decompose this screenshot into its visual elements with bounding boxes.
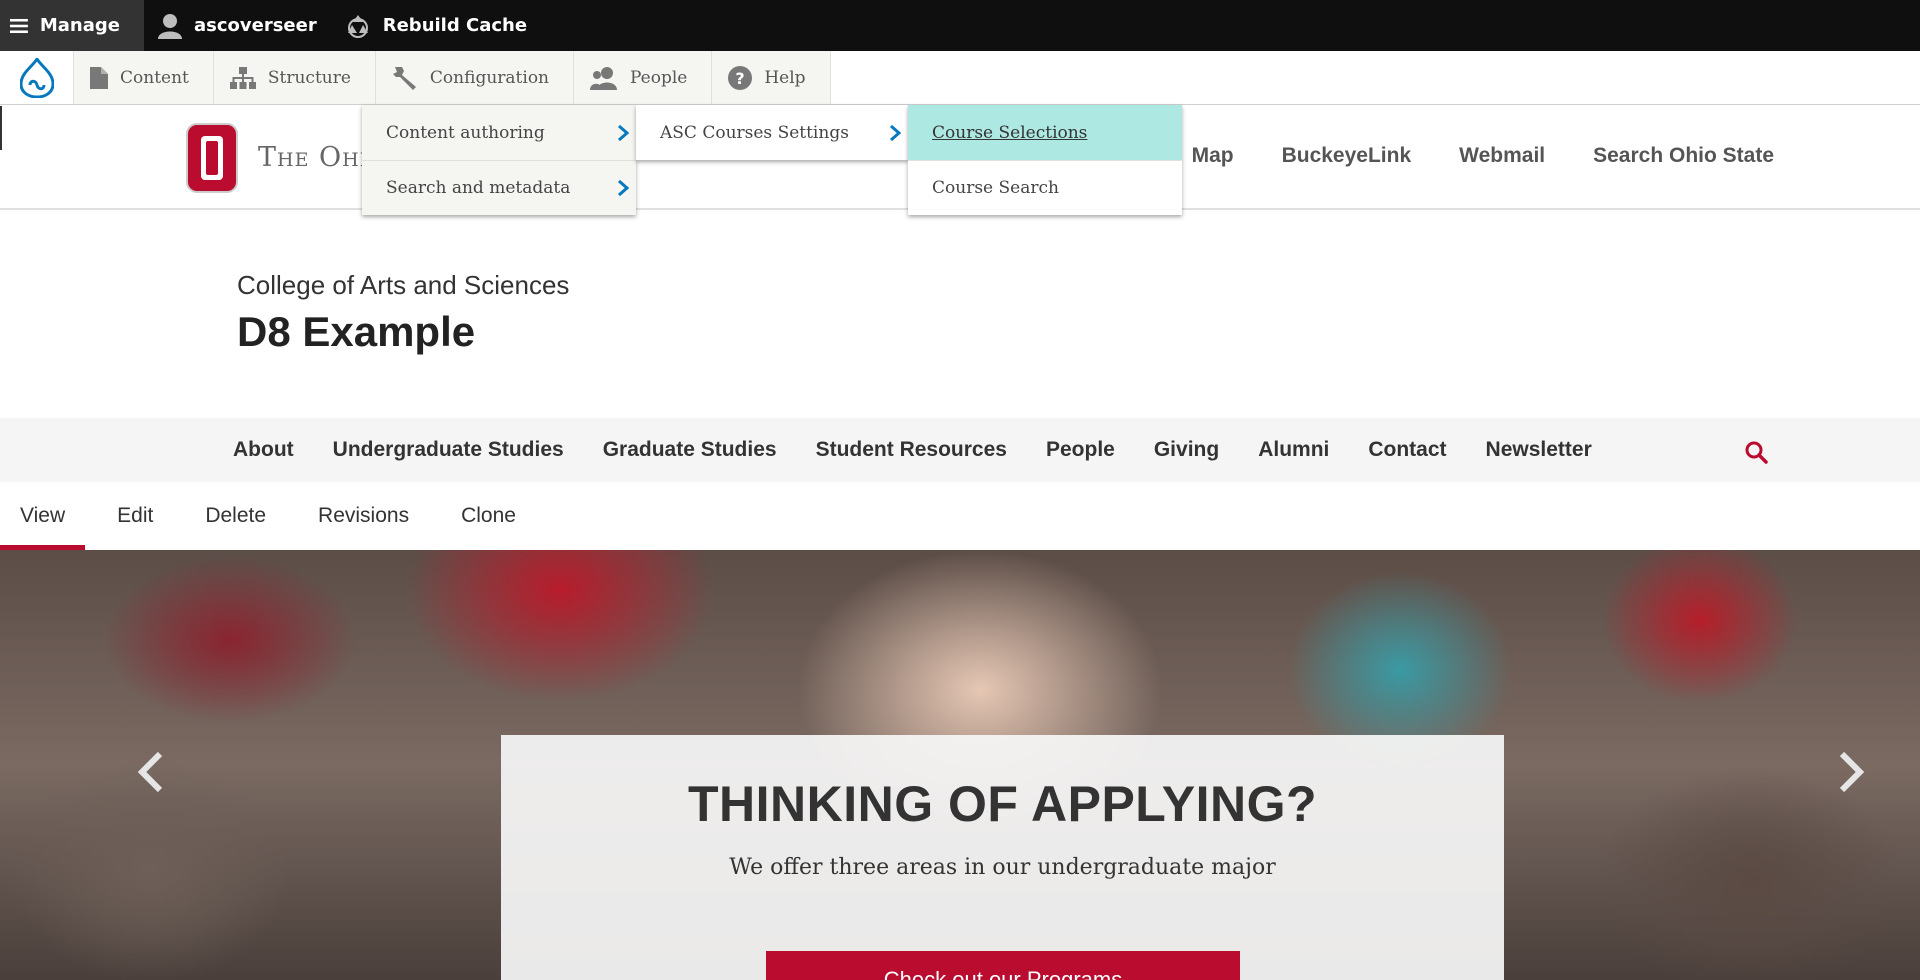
user-label: ascoverseer <box>194 15 317 36</box>
tray-item-configuration[interactable]: Configuration <box>375 51 574 104</box>
osu-link-webmail[interactable]: Webmail <box>1459 144 1545 168</box>
hamburger-icon <box>10 18 28 33</box>
nav-newsletter[interactable]: Newsletter <box>1486 438 1592 462</box>
main-nav-links: About Undergraduate Studies Graduate Stu… <box>233 418 1631 482</box>
nav-contact[interactable]: Contact <box>1368 438 1446 462</box>
osu-link-buckeyelink[interactable]: BuckeyeLink <box>1282 144 1412 168</box>
tray-item-people[interactable]: People <box>574 51 713 104</box>
wrench-icon <box>392 66 416 90</box>
manage-label: Manage <box>39 15 120 36</box>
hero-card: THINKING OF APPLYING? We offer three are… <box>501 735 1504 980</box>
site-branding: College of Arts and Sciences D8 Example <box>0 212 1920 418</box>
file-icon <box>90 66 108 89</box>
tray-item-label: Configuration <box>429 67 549 88</box>
hero-carousel: THINKING OF APPLYING? We offer three are… <box>0 550 1920 980</box>
people-icon <box>590 66 617 90</box>
user-menu-button[interactable]: ascoverseer <box>144 0 331 51</box>
programs-button[interactable]: Check out our Programs <box>766 951 1240 980</box>
block-o-logo[interactable] <box>185 122 239 194</box>
local-tasks: View Edit Delete Revisions Clone <box>0 482 1920 550</box>
tab-clone[interactable]: Clone <box>441 482 536 550</box>
site-subtitle[interactable]: College of Arts and Sciences <box>237 270 569 301</box>
main-navigation: About Undergraduate Studies Graduate Stu… <box>0 418 1920 482</box>
menu-item-label: Search and metadata <box>386 178 571 198</box>
menu-item-search-metadata[interactable]: Search and metadata <box>362 160 636 215</box>
chevron-right-icon[interactable] <box>1836 750 1866 794</box>
tray-item-label: Help <box>764 67 806 88</box>
osu-link-search[interactable]: Search Ohio State <box>1593 144 1774 168</box>
content-authoring-menu: ASC Courses Settings <box>636 105 908 160</box>
tray-item-label: Structure <box>267 67 351 88</box>
tray-item-label: People <box>630 67 688 88</box>
help-icon: ? <box>728 65 753 90</box>
nav-about[interactable]: About <box>233 438 294 462</box>
sitemap-icon <box>229 66 256 89</box>
osu-links: Map BuckeyeLink Webmail Search Ohio Stat… <box>1192 144 1774 168</box>
hero-title: THINKING OF APPLYING? <box>687 776 1318 832</box>
chevron-right-icon <box>618 124 630 141</box>
osu-link-map[interactable]: Map <box>1192 144 1234 168</box>
tab-revisions[interactable]: Revisions <box>298 482 429 550</box>
svg-text:?: ? <box>736 69 745 88</box>
nav-giving[interactable]: Giving <box>1154 438 1219 462</box>
site-title[interactable]: D8 Example <box>237 308 475 356</box>
drupal-logo-link[interactable] <box>0 51 74 104</box>
nav-graduate-studies[interactable]: Graduate Studies <box>603 438 777 462</box>
nav-undergraduate-studies[interactable]: Undergraduate Studies <box>333 438 564 462</box>
menu-item-content-authoring[interactable]: Content authoring <box>362 105 636 160</box>
nav-alumni[interactable]: Alumni <box>1258 438 1329 462</box>
hero-text: We offer three areas in our undergraduat… <box>729 855 1276 880</box>
tray-item-help[interactable]: ? Help <box>712 51 831 104</box>
menu-item-label: Content authoring <box>386 122 545 143</box>
menu-item-label: ASC Courses Settings <box>660 122 849 143</box>
chevron-left-icon[interactable] <box>136 750 166 794</box>
admin-tray: Content Structure Configuration People ?… <box>0 51 1920 105</box>
menu-item-label: Course Search <box>932 178 1059 198</box>
rebuild-cache-label: Rebuild Cache <box>382 15 528 36</box>
menu-item-asc-courses-settings[interactable]: ASC Courses Settings <box>636 105 908 160</box>
nav-people[interactable]: People <box>1046 438 1115 462</box>
manage-button[interactable]: Manage <box>0 0 144 51</box>
chevron-right-icon <box>618 179 630 197</box>
tray-item-content[interactable]: Content <box>74 51 214 104</box>
asc-courses-menu: Course Selections Course Search <box>908 105 1182 215</box>
chevron-right-icon <box>890 124 902 141</box>
menu-item-course-search[interactable]: Course Search <box>908 160 1182 215</box>
tab-edit[interactable]: Edit <box>97 482 173 550</box>
drupal-icon <box>19 57 54 98</box>
menu-item-course-selections[interactable]: Course Selections <box>908 105 1182 160</box>
admin-toolbar: Manage ascoverseer Rebuild Cache <box>0 0 1920 51</box>
nav-student-resources[interactable]: Student Resources <box>816 438 1007 462</box>
tray-item-structure[interactable]: Structure <box>213 51 376 104</box>
user-icon <box>158 13 182 39</box>
osu-name[interactable]: The Ohi <box>258 142 368 173</box>
search-icon[interactable] <box>1744 440 1768 464</box>
configuration-menu: Content authoring Search and metadata <box>362 105 636 215</box>
recycle-icon <box>347 14 368 38</box>
tray-item-label: Content <box>120 67 189 88</box>
tab-view[interactable]: View <box>0 482 86 550</box>
menu-item-label: Course Selections <box>932 122 1088 143</box>
text-cursor <box>0 106 2 150</box>
rebuild-cache-button[interactable]: Rebuild Cache <box>331 0 541 51</box>
tab-delete[interactable]: Delete <box>185 482 286 550</box>
